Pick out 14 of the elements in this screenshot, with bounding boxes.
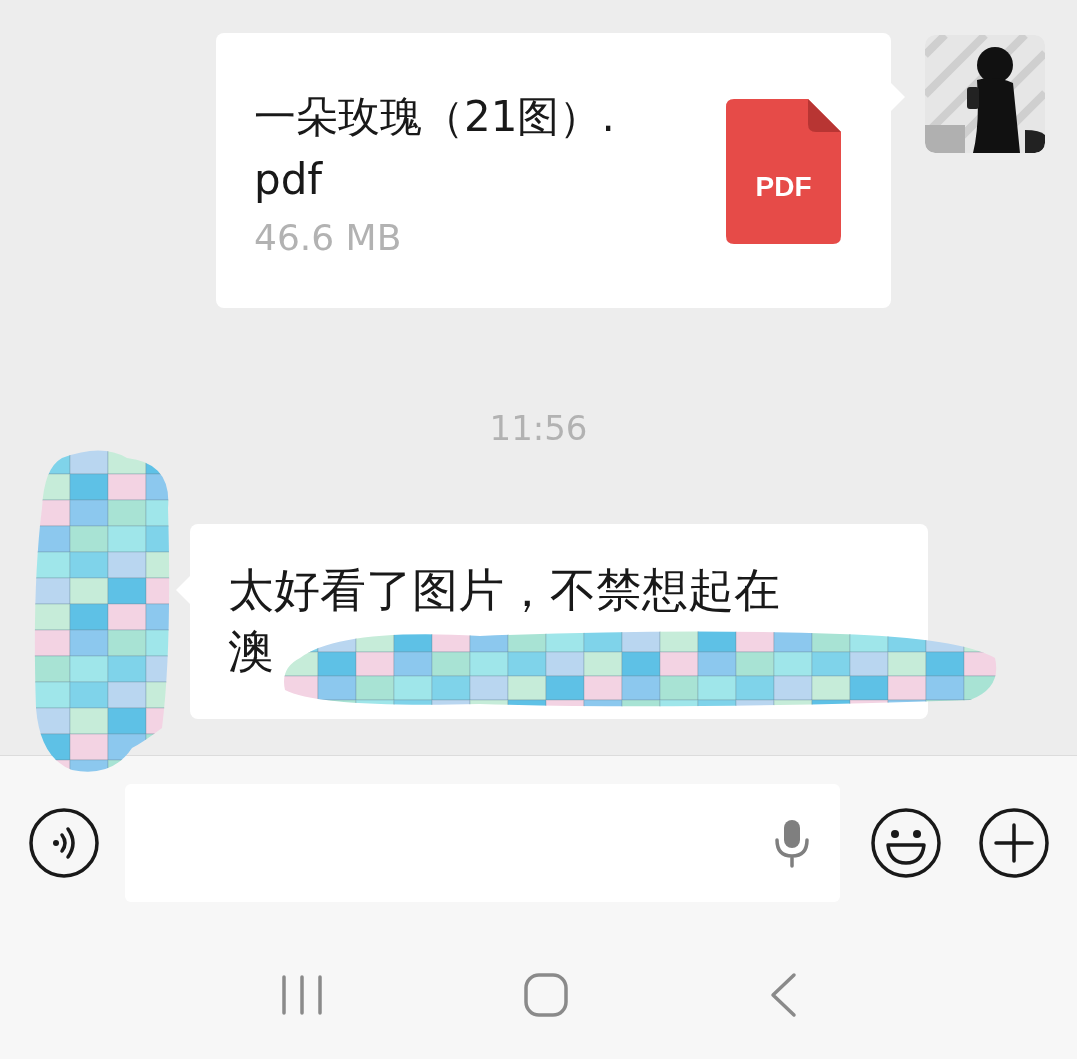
timestamp: 11:56 bbox=[488, 408, 589, 448]
file-size: 46.6 MB bbox=[254, 217, 403, 258]
file-type: PDF bbox=[754, 171, 813, 203]
file-icon bbox=[726, 99, 841, 244]
emoji-icon[interactable] bbox=[870, 807, 942, 879]
voice-icon[interactable] bbox=[28, 807, 100, 879]
microphone-icon[interactable] bbox=[772, 818, 812, 868]
message-input[interactable] bbox=[125, 784, 840, 902]
plus-icon[interactable] bbox=[978, 807, 1050, 879]
recent-apps-icon[interactable] bbox=[279, 974, 324, 1015]
home-icon[interactable] bbox=[522, 971, 569, 1018]
file-name: 一朵玫瑰（21图）.pdf bbox=[254, 91, 616, 206]
message-text: 太好看了图片，不禁想起在 bbox=[228, 562, 780, 619]
message-text: 澳 bbox=[228, 622, 274, 680]
